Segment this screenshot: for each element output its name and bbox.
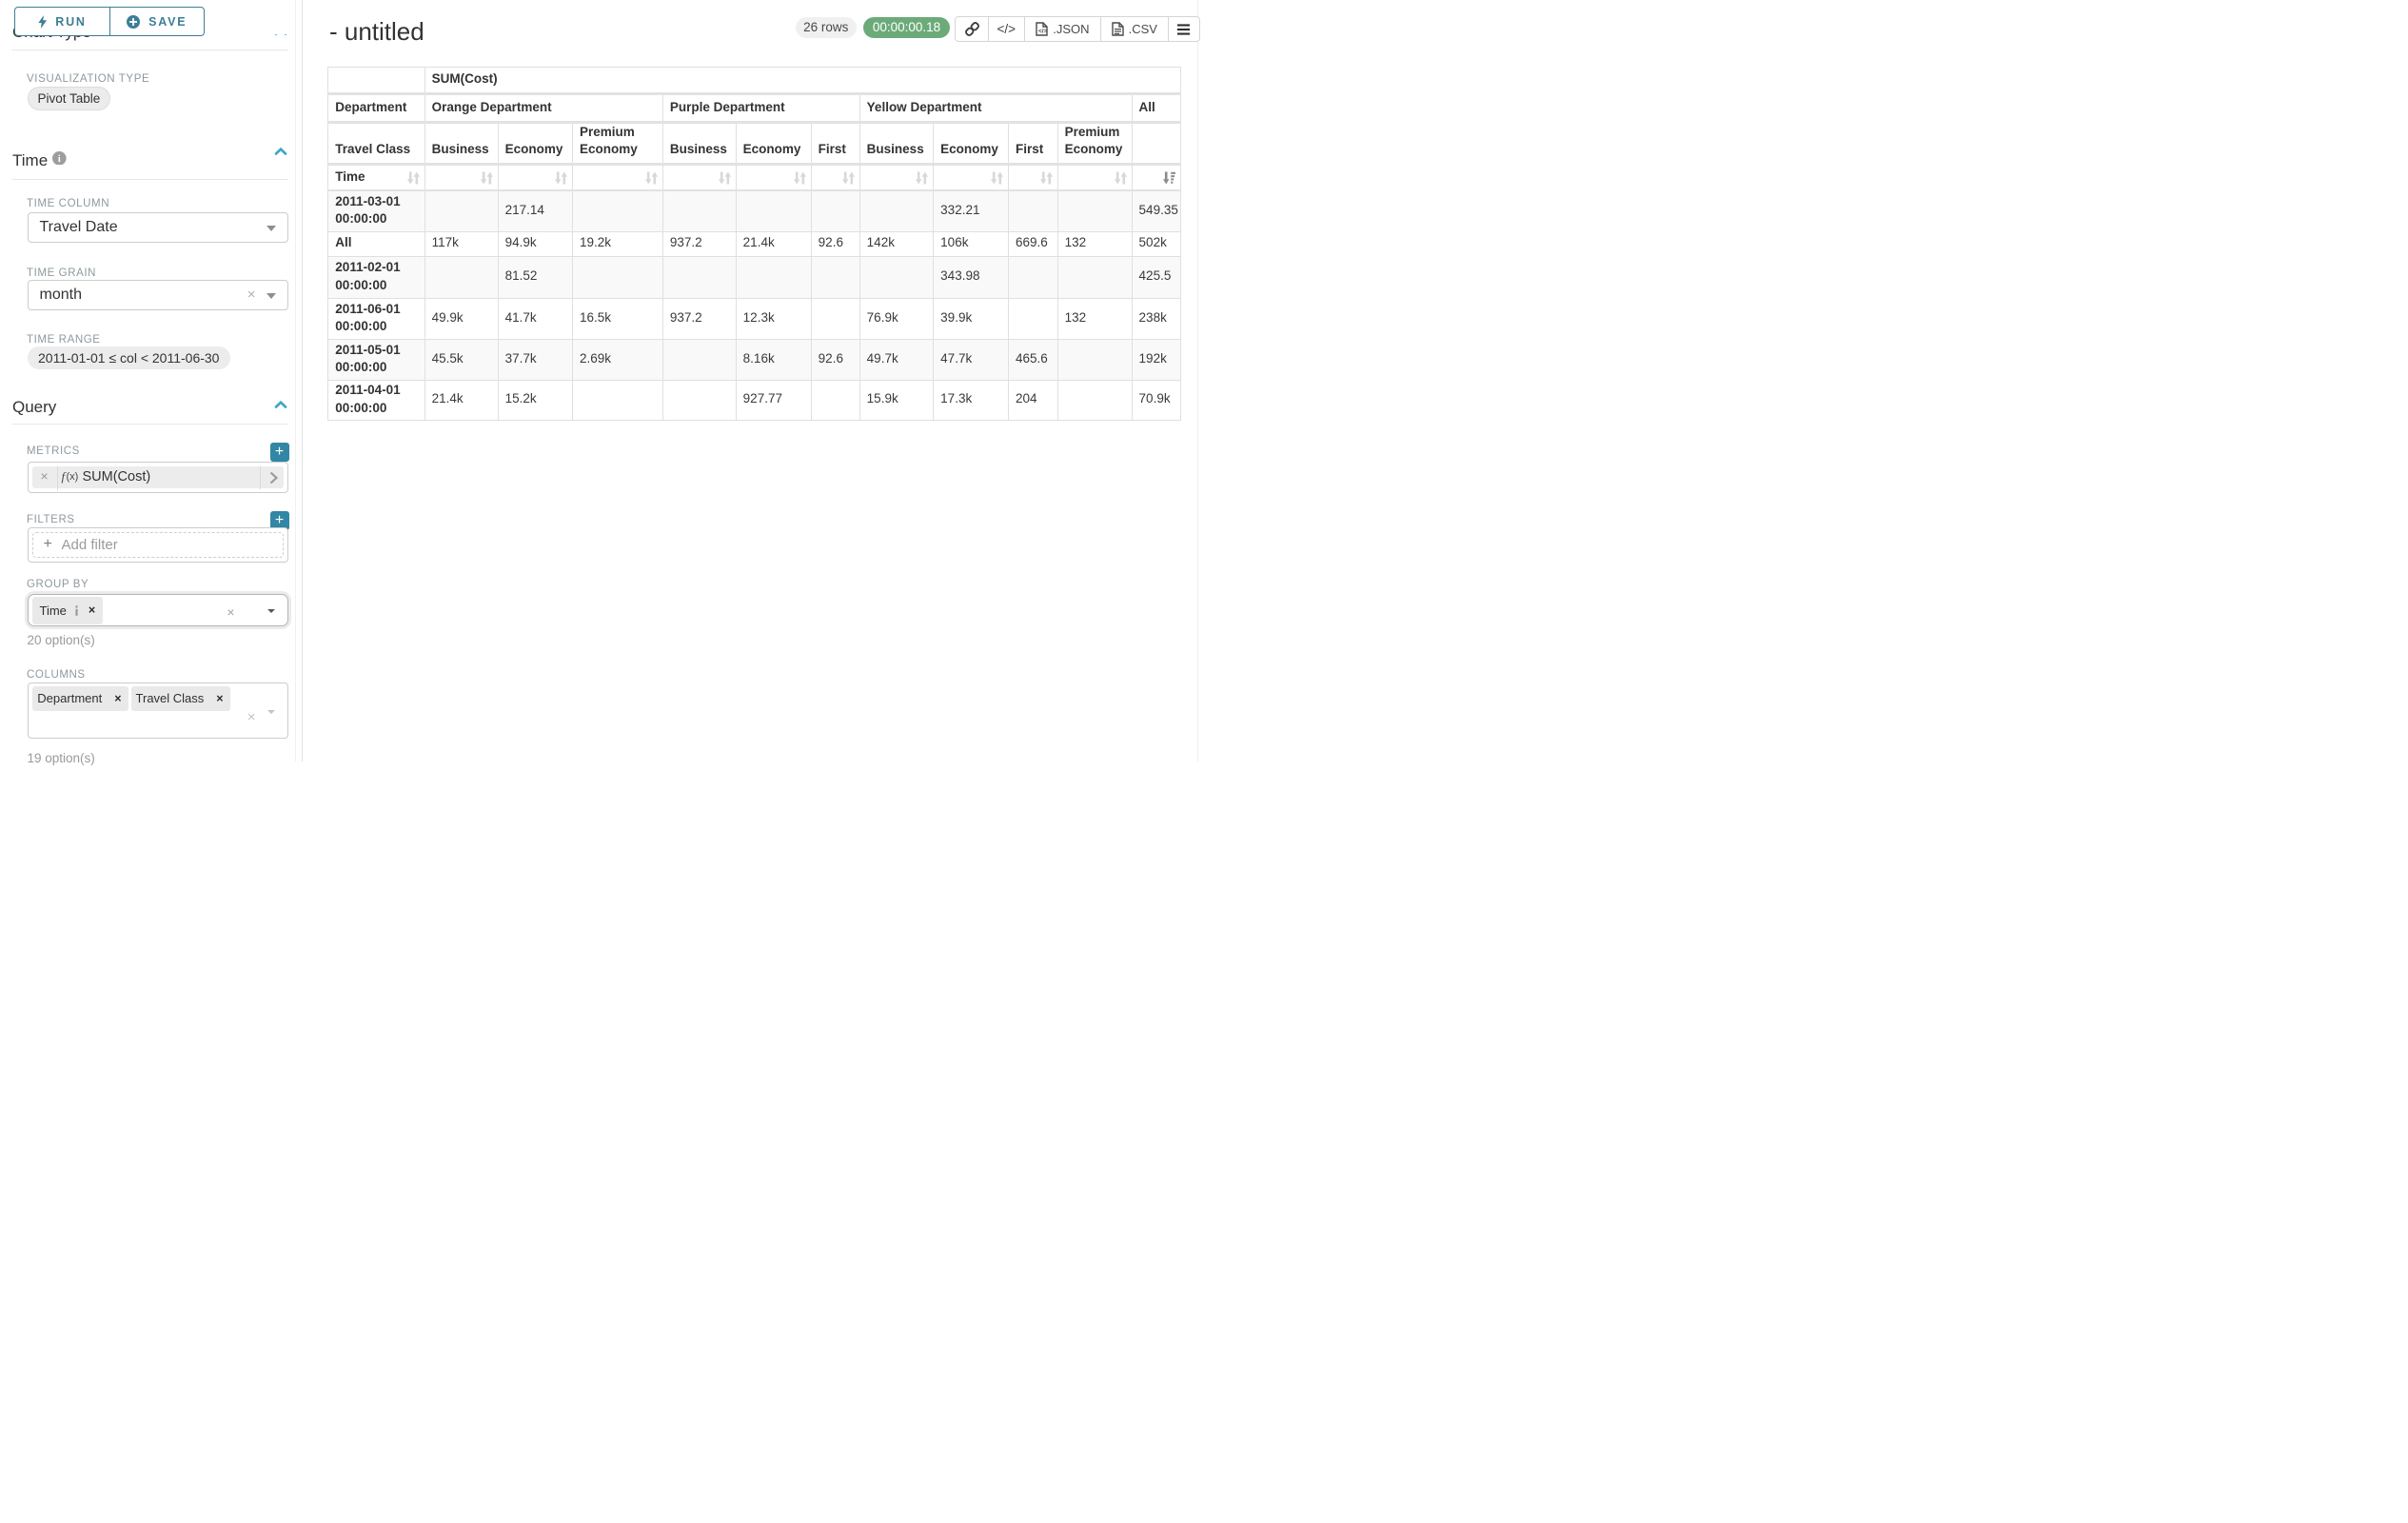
svg-text:</>: </> — [1038, 29, 1048, 35]
svg-text:i: i — [58, 154, 61, 165]
